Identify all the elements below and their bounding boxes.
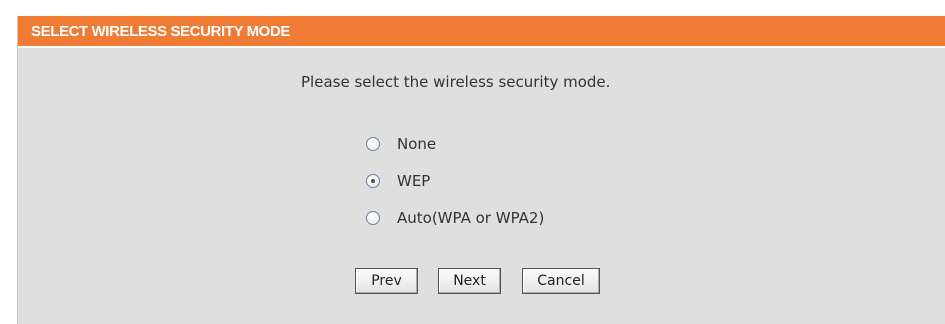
radio-selected-dot [371, 179, 375, 183]
next-button[interactable]: Next [438, 268, 501, 294]
option-label-auto-wpa: Auto(WPA or WPA2) [397, 209, 545, 227]
panel-title: SELECT WIRELESS SECURITY MODE [31, 23, 290, 40]
panel-header: SELECT WIRELESS SECURITY MODE [18, 16, 945, 48]
cancel-button[interactable]: Cancel [522, 268, 600, 294]
instruction-text: Please select the wireless security mode… [301, 73, 611, 91]
prev-button[interactable]: Prev [355, 268, 418, 294]
option-label-wep: WEP [397, 172, 431, 190]
option-label-none: None [397, 135, 437, 153]
radio-none[interactable] [366, 137, 380, 151]
option-auto-wpa[interactable]: Auto(WPA or WPA2) [366, 208, 544, 228]
radio-auto-wpa[interactable] [366, 211, 380, 225]
radio-wep[interactable] [366, 174, 380, 188]
option-wep[interactable]: WEP [366, 171, 430, 191]
option-none[interactable]: None [366, 134, 436, 154]
